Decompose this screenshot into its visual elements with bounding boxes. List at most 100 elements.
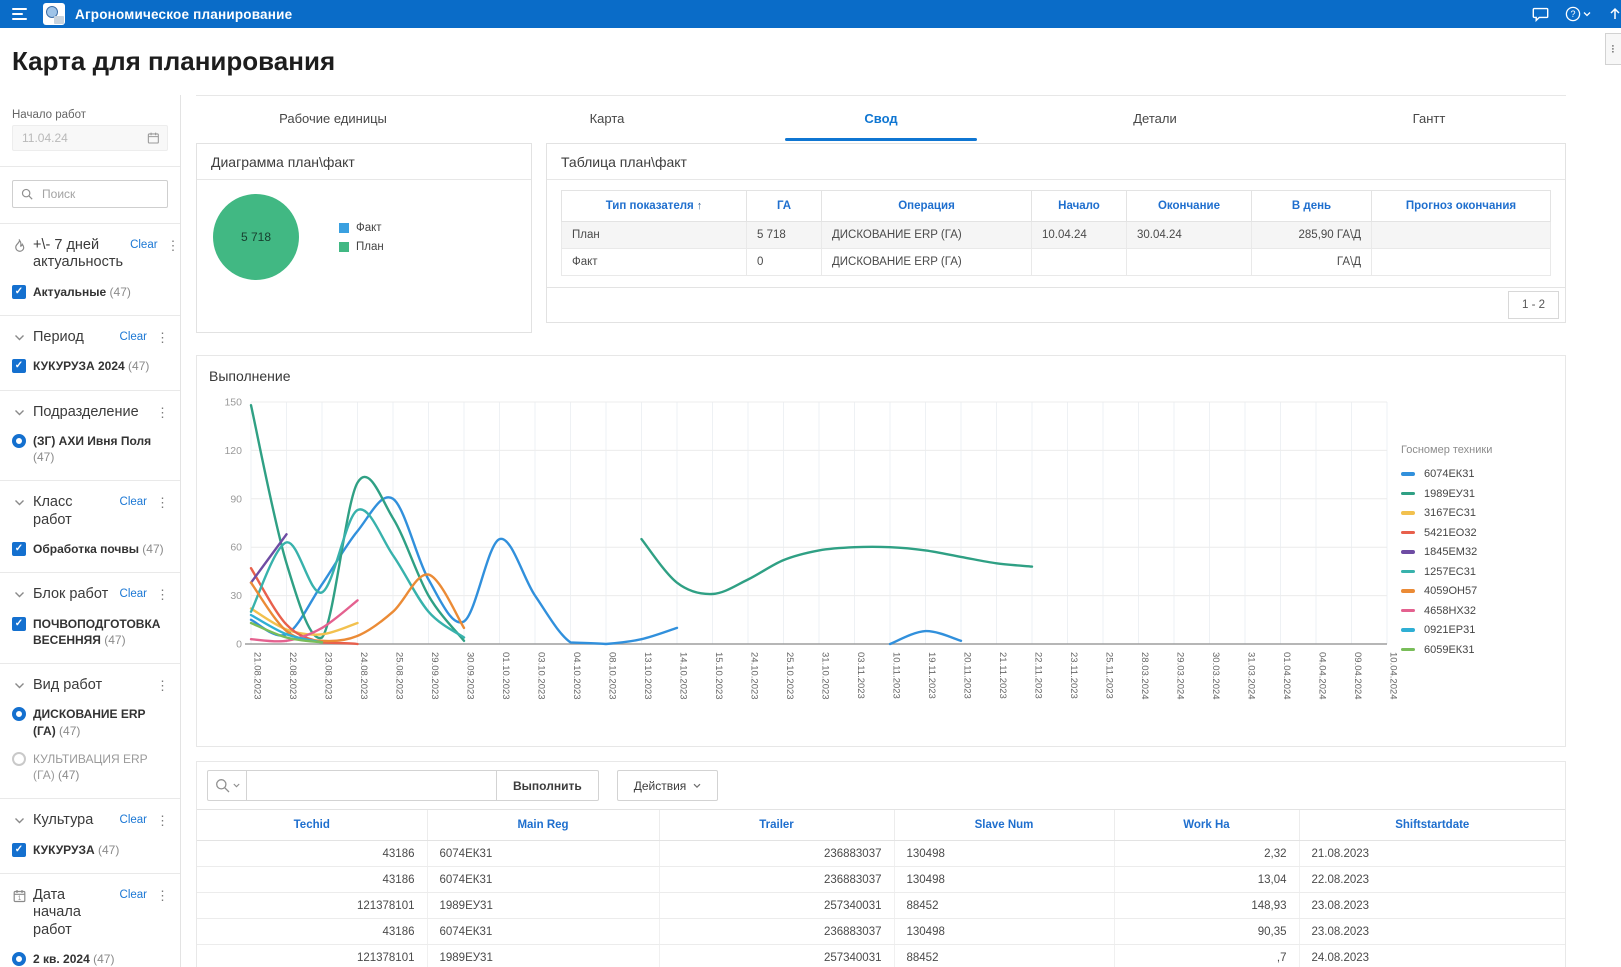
checkbox-checked[interactable]: ✓ [12,617,26,631]
kebab-menu-icon[interactable]: ⋮ [154,329,168,344]
detail-column-header[interactable]: Trailer [659,810,894,841]
menu-icon[interactable] [12,8,27,20]
plan-fact-column-header[interactable]: Прогноз окончания [1372,191,1551,222]
tab-5[interactable]: Гантт [1292,96,1566,141]
execute-button[interactable]: Выполнить [497,770,599,801]
overflow-menu-icon[interactable]: ⁝ [1605,33,1621,65]
calendar-icon[interactable] [147,131,160,145]
report-search-input[interactable] [247,770,497,801]
filter-option[interactable]: ✓Обработка почвы (47) [12,541,168,557]
chevron-down-icon[interactable] [12,677,26,693]
radio-selected[interactable] [12,434,26,448]
kebab-menu-icon[interactable]: ⋮ [154,887,168,902]
kebab-menu-icon[interactable]: ⋮ [154,677,168,692]
checkbox-checked[interactable]: ✓ [12,285,26,299]
tab-2[interactable]: Карта [470,96,744,141]
radio-selected[interactable] [12,952,26,966]
work-start-input[interactable] [20,130,147,146]
kebab-menu-icon[interactable]: ⋮ [154,586,168,601]
svg-text:24.10.2023: 24.10.2023 [749,652,760,700]
line-legend-item[interactable]: 1257ЕС31 [1401,566,1549,578]
filter-option[interactable]: (ЗГ) АХИ Ивня Поля (47) [12,433,168,465]
checkbox-checked[interactable]: ✓ [12,542,26,556]
clear-filter-link[interactable]: Clear [120,812,147,826]
plan-fact-column-header[interactable]: Окончание [1127,191,1252,222]
detail-column-header[interactable]: Slave Num [894,810,1114,841]
help-icon[interactable]: ? [1565,6,1591,22]
line-legend-item[interactable]: 1989ЕУ31 [1401,488,1549,500]
radio-selected[interactable] [12,707,26,721]
calendar-icon: 1 [12,887,26,906]
plan-fact-pie: 5 718 [213,194,299,280]
plan-fact-column-header[interactable]: Тип показателя↑ [562,191,747,222]
chevron-down-icon[interactable] [12,404,26,420]
checkbox-checked[interactable]: ✓ [12,843,26,857]
clear-filter-link[interactable]: Clear [120,329,147,343]
filter-option[interactable]: ✓ПОЧВОПОДГОТОВКА ВЕСЕННЯЯ (47) [12,616,168,648]
report-search-button[interactable] [207,770,247,801]
table-cell: 130498 [894,841,1114,867]
kebab-menu-icon[interactable]: ⋮ [154,494,168,509]
detail-column-header[interactable]: Main Reg [427,810,659,841]
line-legend-item[interactable]: 4059ОН57 [1401,585,1549,597]
table-cell: 22.08.2023 [1299,867,1565,893]
table-cell: 130498 [894,867,1114,893]
line-legend-item[interactable]: 0921ЕР31 [1401,624,1549,636]
plan-fact-column-header[interactable]: В день [1252,191,1372,222]
work-start-label: Начало работ [12,109,168,121]
detail-column-header[interactable]: Techid [197,810,427,841]
filter-option[interactable]: ✓КУКУРУЗА 2024 (47) [12,358,168,374]
clear-filter-link[interactable]: Clear [120,494,147,508]
chevron-down-icon[interactable] [12,329,26,345]
chevron-down-icon[interactable] [12,494,26,510]
filter-option-count: (47) [142,542,163,556]
pagination[interactable]: 1 - 2 [1508,291,1559,319]
actions-button[interactable]: Действия [617,770,719,801]
filter-option[interactable]: 2 кв. 2024 (47) [12,951,168,967]
chevron-down-icon[interactable] [12,586,26,602]
pie-legend-item[interactable]: План [339,241,384,253]
filter-option[interactable]: ДИСКОВАНИЕ ERP (ГА) (47) [12,706,168,738]
clear-filter-link[interactable]: Clear [120,586,147,600]
filter-search-input[interactable] [40,186,159,202]
detail-column-header[interactable]: Work Ha [1114,810,1299,841]
filter-search[interactable] [12,180,168,208]
radio[interactable] [12,752,26,766]
table-cell: 21.08.2023 [1299,841,1565,867]
line-legend-item[interactable]: 4658НХ32 [1401,605,1549,617]
execution-chart-title: Выполнение [209,366,1561,392]
tab-4[interactable]: Детали [1018,96,1292,141]
chevron-down-icon[interactable] [12,812,26,828]
table-cell: 236883037 [659,841,894,867]
line-legend-item[interactable]: 5421ЕО32 [1401,527,1549,539]
kebab-menu-icon[interactable]: ⋮ [165,237,179,252]
filter-option-count: (47) [98,843,119,857]
table-cell: 43186 [197,841,427,867]
table-cell: План [562,222,747,249]
filter-group-title: Вид работ [33,677,147,694]
tab-1[interactable]: Рабочие единицы [196,96,470,141]
filter-option[interactable]: ✓Актуальные (47) [12,284,168,300]
work-start-field[interactable] [12,125,168,151]
upload-icon[interactable] [1607,6,1621,22]
pie-legend-item[interactable]: Факт [339,222,384,234]
clear-filter-link[interactable]: Clear [130,237,157,251]
filter-option[interactable]: КУЛЬТИВАЦИЯ ERP (ГА) (47) [12,751,168,783]
clear-filter-link[interactable]: Clear [120,887,147,901]
tab-3[interactable]: Свод [744,96,1018,141]
line-legend-item[interactable]: 1845ЕМ32 [1401,546,1549,558]
detail-column-header[interactable]: Shiftstartdate [1299,810,1565,841]
plan-fact-column-header[interactable]: Начало [1032,191,1127,222]
kebab-menu-icon[interactable]: ⋮ [154,404,168,419]
line-legend-item[interactable]: 6074ЕК31 [1401,468,1549,480]
line-legend-item[interactable]: 3167ЕС31 [1401,507,1549,519]
checkbox-checked[interactable]: ✓ [12,359,26,373]
execution-chart-region: Выполнение 030609012015021.08.202322.08.… [196,355,1566,747]
plan-fact-column-header[interactable]: Операция [822,191,1032,222]
chat-icon[interactable] [1532,7,1549,22]
line-legend-item[interactable]: 6059ЕК31 [1401,644,1549,656]
plan-fact-column-header[interactable]: ГА [747,191,822,222]
search-icon [21,187,33,201]
kebab-menu-icon[interactable]: ⋮ [154,812,168,827]
filter-option[interactable]: ✓КУКУРУЗА (47) [12,842,168,858]
